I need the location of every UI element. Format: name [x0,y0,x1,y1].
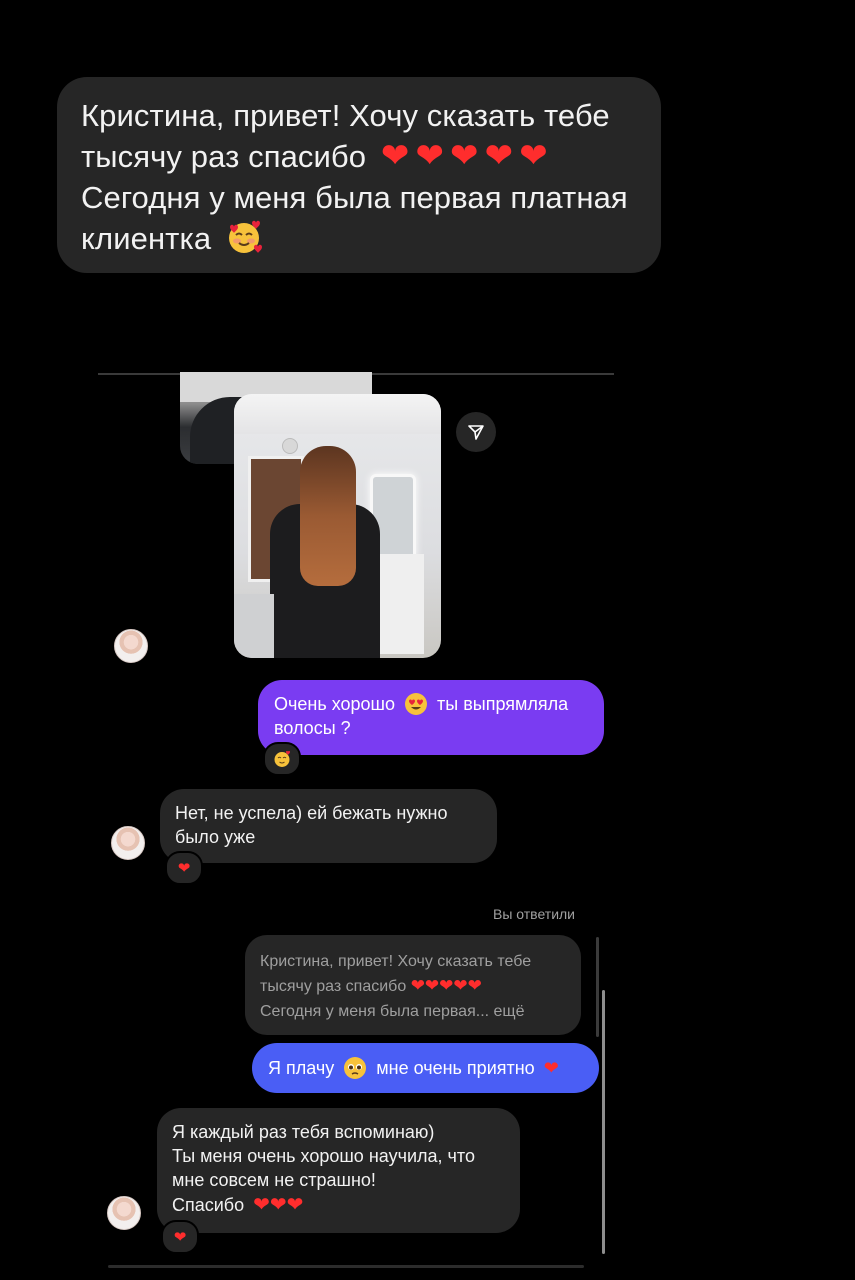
quote-text: Кристина, привет! Хочу сказать тебе [260,953,532,970]
message-line: Сегодня у меня была первая платная [81,180,628,215]
avatar[interactable] [107,1196,141,1230]
message-text: мне совсем не страшно! [172,1170,376,1190]
quoted-message[interactable]: Кристина, привет! Хочу сказать тебе тыся… [245,935,581,1035]
quote-text: Сегодня у меня была первая... ещё [260,1003,525,1020]
replied-label: Вы ответили [493,906,576,922]
bottom-edge [108,1265,584,1268]
smiling-face-with-hearts-icon [274,750,290,767]
reaction-badge[interactable]: ❤ [165,851,203,885]
message-bubble-top[interactable]: Кристина, привет! Хочу сказать тебе тыся… [57,77,661,273]
heart-icon: ❤ [519,136,548,176]
message-line: Кристина, привет! Хочу сказать тебе [81,98,610,133]
message-line-with-hearts: тысячу раз спасибо ❤ ❤ ❤ ❤ ❤ [81,136,637,177]
message-bubble-incoming[interactable]: Я каждый раз тебя вспоминаю) Ты меня оче… [157,1108,520,1233]
message-text: Я плачу [268,1058,335,1078]
quote-line-with-hearts: тысячу раз спасибо ❤❤❤❤❤ [260,974,566,999]
message-line-with-emoji: клиентка [81,218,637,259]
message-text: Спасибо [172,1195,245,1215]
heart-icon: ❤ [380,136,410,176]
scrollbar[interactable] [602,990,605,1254]
message-line: клиентка [81,221,212,256]
message-line-with-hearts: Спасибо ❤❤❤ [172,1192,505,1217]
heart-icon: ❤ [543,1058,559,1079]
heart-icon: ❤❤❤ [253,1192,304,1216]
avatar[interactable] [114,629,148,663]
message-text: Очень хорошо [274,694,395,714]
heart-eyes-emoji-icon [405,693,428,715]
message-text: Ты меня очень хорошо научила, что [172,1146,475,1166]
message-text: мне очень приятно [376,1058,535,1078]
heart-icon: ❤ [415,136,445,176]
message-text: волосы ? [274,718,351,738]
message-bubble-incoming[interactable]: Нет, не успела) ей бежать нужно было уже [160,789,497,863]
heart-icon: ❤❤❤❤❤ [410,976,482,996]
message-bubble-outgoing[interactable]: Очень хорошо ты выпрямляла волосы ? [258,680,604,755]
smiling-face-with-hearts-icon [228,220,262,253]
avatar[interactable] [111,826,145,860]
message-text: было уже [175,827,256,847]
message-text: ты выпрямляла [437,694,569,714]
share-button[interactable] [456,412,496,452]
heart-icon: ❤ [450,136,479,176]
reaction-badge[interactable] [263,742,301,776]
message-text: Нет, не успела) ей бежать нужно [175,803,448,823]
reaction-badge[interactable]: ❤ [161,1220,199,1254]
quote-bar [596,937,599,1037]
send-icon [468,425,484,440]
quote-text: тысячу раз спасибо [260,978,407,995]
message-bubble-outgoing[interactable]: Я плачу мне очень приятно ❤ [252,1043,599,1093]
heart-icon: ❤ [484,136,514,176]
pleading-face-emoji-icon [344,1057,367,1079]
shared-photo-hair[interactable] [234,394,441,658]
heart-icon: ❤ [177,859,191,877]
heart-icon: ❤ [173,1228,187,1246]
message-line: тысячу раз спасибо [81,139,367,174]
message-text: Я каждый раз тебя вспоминаю) [172,1122,435,1142]
